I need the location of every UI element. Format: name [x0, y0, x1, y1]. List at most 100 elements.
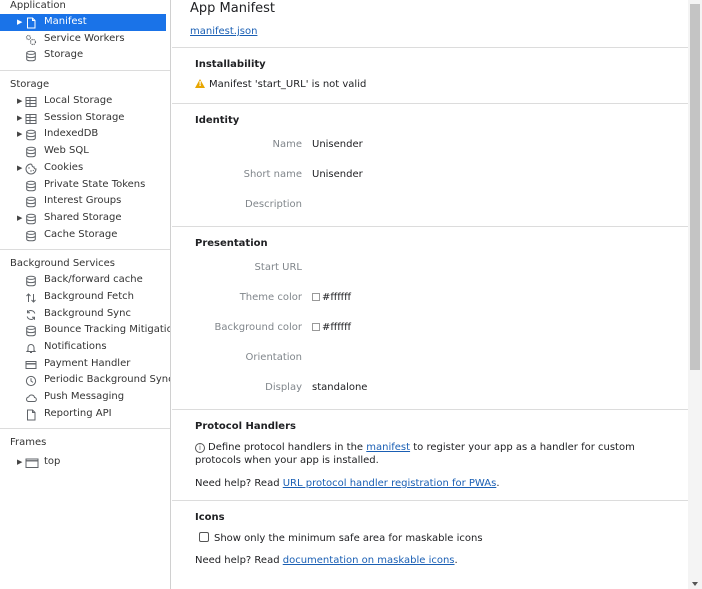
- color-hex: #ffffff: [322, 292, 352, 303]
- sidebar-item-notifications[interactable]: Notifications: [0, 339, 170, 356]
- main-panel: App Manifest manifest.json Installabilit…: [172, 0, 688, 589]
- table-icon: [25, 96, 37, 108]
- frame-icon: [25, 457, 39, 469]
- sidebar-item-cache-storage[interactable]: Cache Storage: [0, 227, 170, 244]
- divider: [0, 70, 170, 72]
- field-label: Start URL: [254, 262, 302, 273]
- sidebar-item-label: Session Storage: [44, 111, 125, 123]
- sidebar-item-local-storage[interactable]: ▶ Local Storage: [0, 93, 170, 110]
- presentation-section: Presentation Start URL Theme color #fffff…: [172, 227, 688, 410]
- maskable-icons-docs-link[interactable]: documentation on maskable icons: [283, 555, 455, 566]
- icons-section: Icons Show only the minimum safe area fo…: [172, 501, 688, 577]
- expand-arrow-icon[interactable]: ▶: [17, 93, 25, 110]
- help-text: .: [454, 555, 458, 566]
- sidebar-item-web-sql[interactable]: Web SQL: [0, 143, 170, 160]
- installability-section: Installability Manifest 'start_URL' is n…: [172, 48, 688, 104]
- sidebar-item-reporting-api[interactable]: Reporting API: [0, 406, 170, 423]
- sidebar-item-bounce-tracking-mitigations[interactable]: Bounce Tracking Mitigations: [0, 322, 170, 339]
- sidebar-item-label: Background Fetch: [44, 290, 134, 302]
- page-title: App Manifest: [190, 1, 276, 16]
- sidebar-item-label: Cache Storage: [44, 228, 118, 240]
- sidebar-item-label: Background Sync: [44, 307, 131, 319]
- sidebar-item-label: IndexedDB: [44, 128, 99, 140]
- sidebar-item-manifest[interactable]: ▶ Manifest: [0, 14, 166, 31]
- field-label: Background color: [214, 322, 302, 333]
- background-color-row: Background color #ffffff: [195, 313, 688, 343]
- sidebar-item-label: Cookies: [44, 161, 84, 173]
- sidebar-item-indexeddb[interactable]: ▶ IndexedDB: [0, 126, 170, 143]
- warning-icon: [195, 79, 205, 88]
- manifest-json-link[interactable]: manifest.json: [190, 26, 257, 37]
- sidebar-item-label: Back/forward cache: [44, 274, 143, 286]
- identity-short-name-row: Short name Unisender: [195, 160, 688, 190]
- identity-name-row: Name Unisender: [195, 130, 688, 160]
- expand-arrow-icon[interactable]: ▶: [17, 454, 25, 471]
- file-icon: [25, 17, 37, 29]
- installability-warning: Manifest 'start_URL' is not valid: [195, 79, 688, 103]
- field-label: Short name: [243, 169, 302, 180]
- expand-arrow-icon[interactable]: ▶: [17, 160, 25, 177]
- sidebar-item-storage[interactable]: Storage: [0, 47, 170, 64]
- field-value: Unisender: [312, 169, 363, 180]
- expand-arrow-icon[interactable]: ▶: [17, 210, 25, 227]
- icons-heading: Icons: [195, 512, 225, 523]
- sidebar-item-label: Periodic Background Sync: [44, 374, 171, 386]
- sidebar-item-shared-storage[interactable]: ▶ Shared Storage: [0, 210, 170, 227]
- database-icon: [25, 325, 37, 337]
- field-label: Theme color: [239, 292, 302, 303]
- sidebar-item-label: Service Workers: [44, 32, 125, 44]
- presentation-heading: Presentation: [195, 238, 268, 249]
- expand-arrow-icon[interactable]: ▶: [17, 110, 25, 127]
- maskable-checkbox[interactable]: [199, 532, 209, 542]
- sidebar-item-label: Reporting API: [44, 407, 112, 419]
- vertical-scrollbar[interactable]: [688, 0, 702, 589]
- sidebar-item-private-state-tokens[interactable]: Private State Tokens: [0, 177, 170, 194]
- sidebar: Application ▶ Manifest Service Workers Stor…: [0, 0, 171, 589]
- protocol-handler-docs-link[interactable]: URL protocol handler registration for PW…: [283, 478, 497, 489]
- sidebar-item-push-messaging[interactable]: Push Messaging: [0, 389, 170, 406]
- sidebar-item-back-forward-cache[interactable]: Back/forward cache: [0, 272, 170, 289]
- manifest-link[interactable]: manifest: [366, 442, 410, 453]
- database-icon: [25, 50, 37, 62]
- section-title-background-services: Background Services: [10, 258, 116, 270]
- expand-arrow-icon[interactable]: ▶: [17, 126, 25, 143]
- maskable-checkbox-row[interactable]: Show only the minimum safe area for mask…: [199, 532, 688, 544]
- sidebar-item-label: top: [44, 456, 61, 468]
- file-icon: [25, 409, 37, 421]
- section-title-frames: Frames: [10, 437, 47, 449]
- info-icon: i: [195, 443, 205, 453]
- sidebar-item-session-storage[interactable]: ▶ Session Storage: [0, 110, 170, 127]
- sidebar-item-periodic-background-sync[interactable]: Periodic Background Sync: [0, 372, 170, 389]
- sidebar-item-label: Bounce Tracking Mitigations: [44, 324, 171, 336]
- gears-icon: [25, 34, 37, 45]
- scroll-down-arrow-icon[interactable]: [692, 582, 698, 586]
- sidebar-item-label: Shared Storage: [44, 211, 122, 223]
- divider: [0, 249, 170, 251]
- database-icon: [25, 230, 37, 241]
- expand-arrow-icon[interactable]: ▶: [17, 14, 25, 31]
- sidebar-item-label: Web SQL: [44, 145, 89, 157]
- sidebar-item-background-sync[interactable]: Background Sync: [0, 306, 170, 323]
- sync-icon: [25, 309, 37, 320]
- sidebar-item-cookies[interactable]: ▶ Cookies: [0, 160, 170, 177]
- sidebar-item-label: Storage: [44, 49, 84, 61]
- section-title-storage: Storage: [10, 79, 50, 91]
- color-hex: #ffffff: [322, 322, 352, 333]
- sidebar-item-payment-handler[interactable]: Payment Handler: [0, 356, 170, 373]
- database-icon: [25, 213, 37, 225]
- checkbox-label: Show only the minimum safe area for mask…: [214, 533, 483, 544]
- sidebar-item-label: Manifest: [44, 16, 87, 27]
- sidebar-item-background-fetch[interactable]: Background Fetch: [0, 289, 170, 306]
- cookie-icon: [25, 163, 37, 175]
- sidebar-item-label: Notifications: [44, 341, 107, 352]
- description-text: Define protocol handlers in the: [208, 442, 367, 453]
- database-icon: [25, 129, 37, 141]
- database-icon: [25, 180, 37, 191]
- sidebar-item-interest-groups[interactable]: Interest Groups: [0, 193, 170, 210]
- help-text: Need help? Read: [195, 478, 283, 489]
- scrollbar-thumb[interactable]: [690, 4, 700, 370]
- field-value: Unisender: [312, 139, 363, 150]
- sidebar-item-top[interactable]: ▶ top: [0, 454, 170, 471]
- cloud-icon: [25, 392, 37, 403]
- sidebar-item-service-workers[interactable]: Service Workers: [0, 31, 170, 48]
